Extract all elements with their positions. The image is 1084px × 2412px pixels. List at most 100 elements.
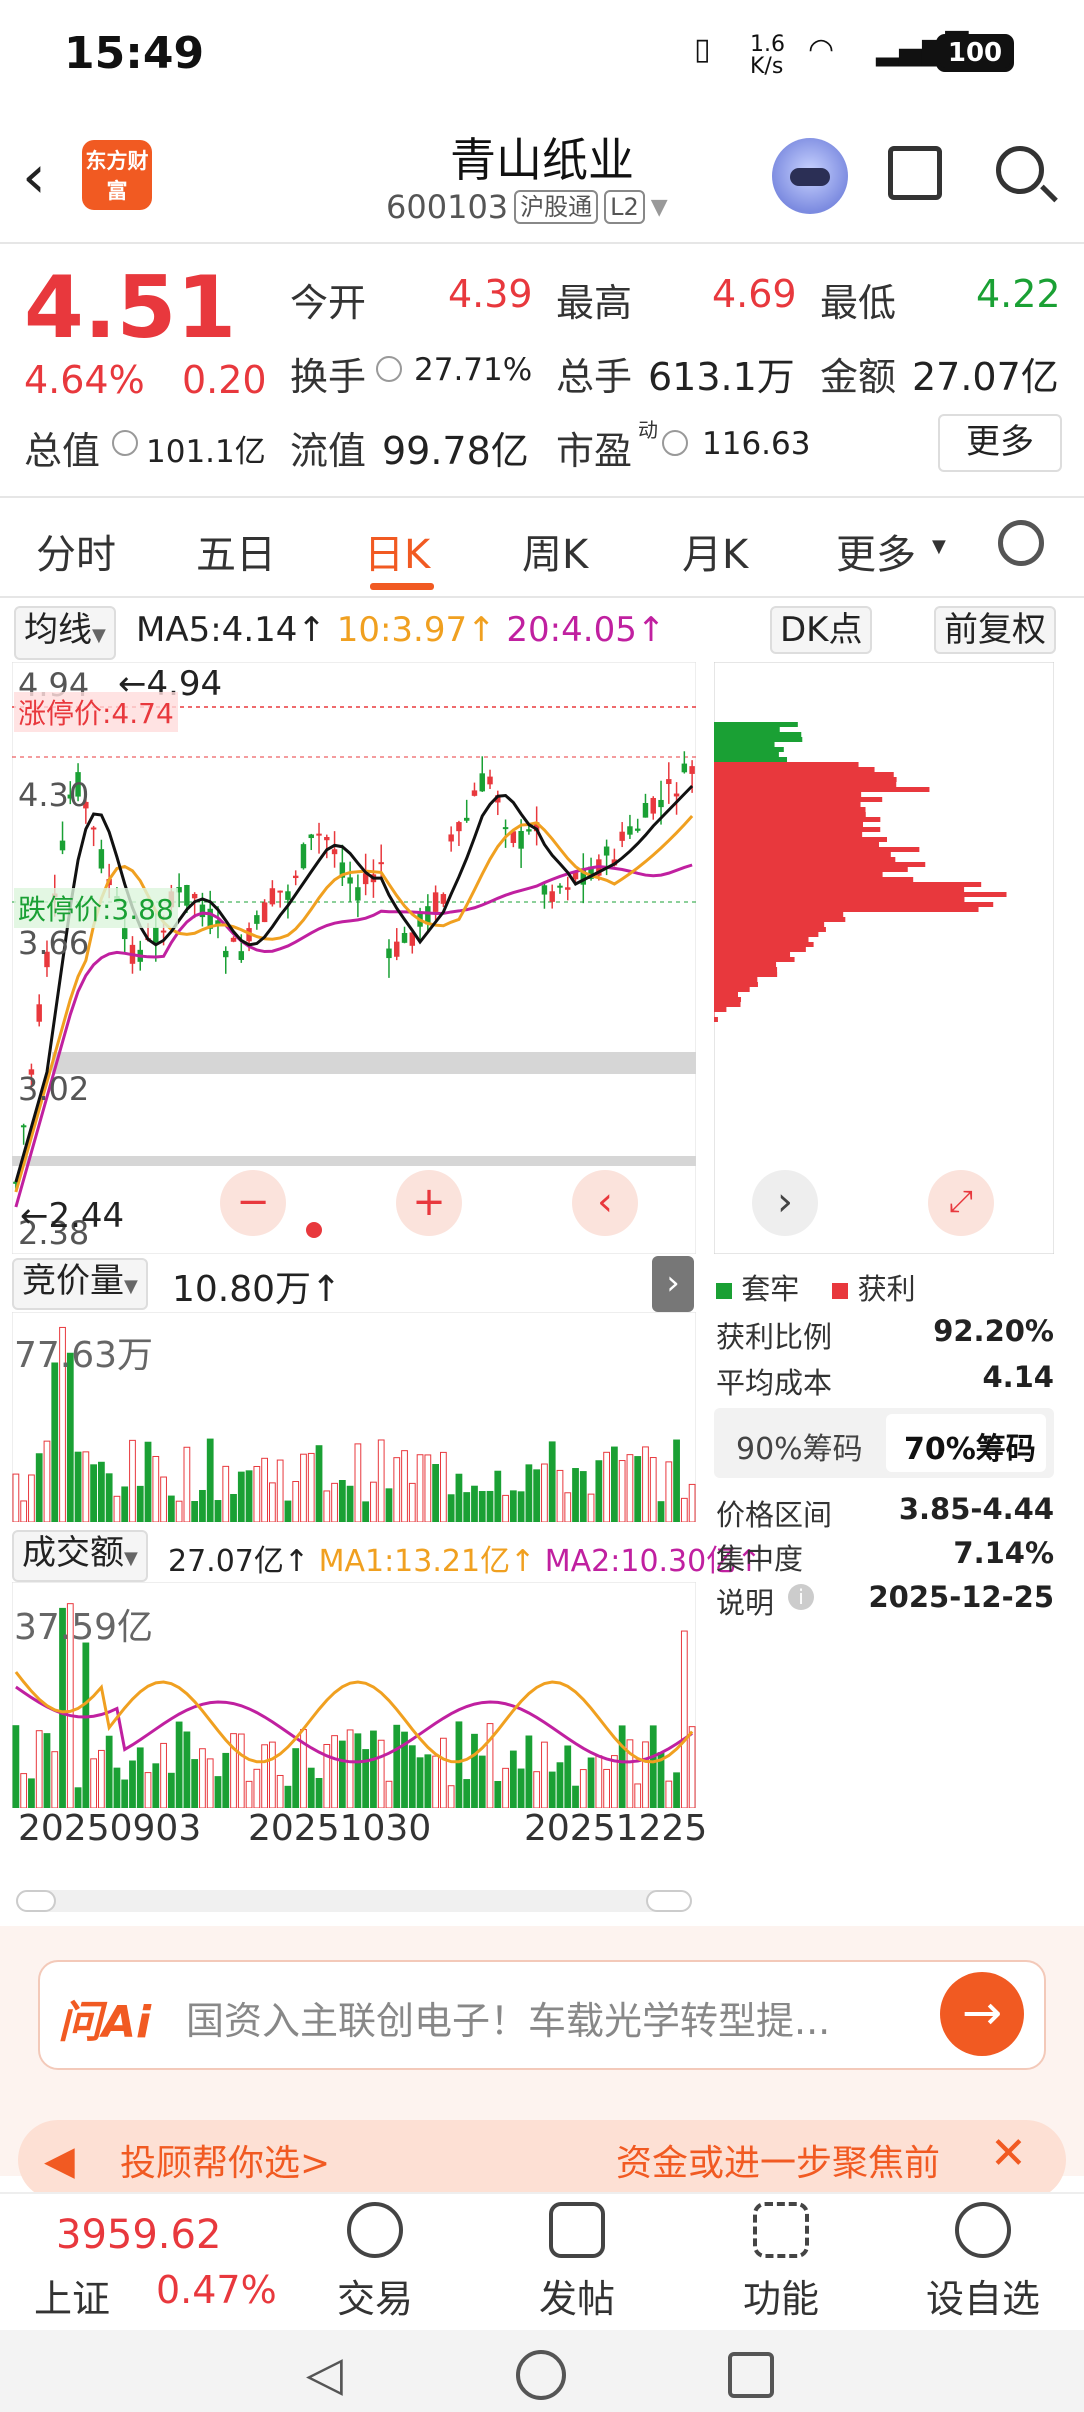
candle-body [285,891,291,900]
volume-bar [331,1482,338,1522]
volume-bar [74,1451,82,1522]
candlestick-chart[interactable] [12,662,696,1254]
promo-right-text[interactable]: 资金或进一步聚焦前 [616,2134,940,2186]
info-icon[interactable] [376,356,402,382]
nav-functions[interactable]: 功能 [716,2198,846,2323]
volume-bar [20,1773,28,1808]
index-percent[interactable]: 0.47% [156,2268,277,2312]
volume-bar [43,1440,51,1522]
volume-bar [66,1352,74,1522]
info-icon[interactable] [662,430,688,456]
volume-bar [525,1464,533,1522]
tab-chip-70[interactable]: 70%筹码 [904,1424,1036,1468]
tab-chip-90[interactable]: 90%筹码 [736,1424,863,1468]
zoom-in-button[interactable]: + [396,1170,462,1236]
system-nav-bar: ◁ [0,2330,1084,2412]
volume-bar [509,1750,517,1808]
adjust-select[interactable]: 前复权 [934,606,1056,654]
mktcap-value: 101.1亿 [146,434,266,470]
volume-bar [471,1733,478,1808]
chevron-right-icon[interactable]: › [752,1170,818,1236]
close-icon[interactable]: ✕ [990,2128,1027,2179]
volume-bar [673,1772,680,1808]
share-icon[interactable] [888,146,942,200]
volume-bar [401,1450,408,1522]
volume-bar [680,1630,688,1808]
nav-add-watchlist[interactable]: 设自选 [918,2198,1048,2323]
volume-select-label: 竞价量 [22,1261,124,1301]
volume-bar [447,1785,455,1808]
page-dot [306,1222,322,1238]
volume-bar [424,1454,432,1522]
tab-monthly-k[interactable]: 月K [682,522,748,580]
candle-body [448,834,454,842]
nav-home-icon[interactable] [516,2350,566,2400]
chart-scrollbar[interactable] [16,1890,692,1912]
chip-bar [714,762,859,767]
search-icon[interactable] [996,146,1044,194]
chevron-right-icon[interactable]: › [652,1256,694,1312]
candle-body [394,941,400,957]
ai-robot-icon[interactable] [772,138,848,214]
volume-bar [338,1480,346,1522]
volume-bar [12,1725,20,1808]
candle-body [502,827,509,830]
zoom-out-button[interactable]: − [220,1170,286,1236]
expand-icon[interactable]: ⤢ [928,1170,994,1236]
stock-subline[interactable]: 600103 沪股通 L2 ▼ [386,188,668,226]
adjust-label: 前复权 [944,610,1046,650]
info-icon[interactable] [112,430,138,456]
volume-bar [548,1771,556,1808]
volume-bar [572,1468,579,1522]
ma-select[interactable]: 均线▼ [14,606,116,660]
edit-icon [549,2202,605,2258]
chip-bar [714,737,803,742]
nav-post[interactable]: 发帖 [512,2198,642,2323]
tab-weekly-k[interactable]: 周K [522,522,588,580]
volume-bar [408,1745,416,1808]
index-name[interactable]: 上证 [34,2268,110,2323]
info-icon[interactable]: i [788,1584,814,1610]
volume-bar [362,1501,370,1522]
more-quote-button[interactable]: 更多 [938,414,1062,472]
candle-body [184,885,190,906]
candle-body [650,797,656,814]
candle-body [518,830,524,849]
index-value[interactable]: 3959.62 [56,2212,221,2258]
scroll-handle-left[interactable] [16,1890,56,1912]
candle-body [261,902,268,923]
candle-body [689,766,695,774]
volume-bar [35,1453,43,1522]
chip-bar [714,977,758,982]
tab-five-day[interactable]: 五日 [196,522,276,580]
volume-bar [175,1721,183,1808]
tab-intraday[interactable]: 分时 [36,522,116,580]
volume-bar [463,1779,471,1808]
amount-max: 37.59亿 [14,1607,154,1648]
nav-back-icon[interactable]: ◁ [306,2350,343,2398]
promo-left-text[interactable]: 投顾帮你选> [120,2134,330,2186]
volume-bar [167,1772,175,1808]
avg-cost-value: 4.14 [982,1360,1054,1394]
nav-trade[interactable]: 交易 [310,2198,440,2323]
amount-select[interactable]: 成交额▼ [12,1530,148,1582]
chevron-down-icon: ▼ [92,625,106,646]
volume-bar [377,1739,385,1808]
scroll-left-button[interactable]: ‹ [572,1170,638,1236]
ask-ai-prompt[interactable]: 国资入主联创电子！车载光学转型提... [186,1990,906,2045]
ma20-value: 20:4.05↑ [506,610,666,650]
tab-more[interactable]: 更多 [836,522,916,580]
volume-bar [269,1482,276,1522]
arrow-right-icon[interactable]: → [940,1972,1024,2056]
tab-daily-k[interactable]: 日K [364,522,430,580]
min-marker: ←2.44 [20,1196,125,1236]
volume-bar [416,1757,424,1808]
volume-bar [105,1473,113,1522]
volume-select[interactable]: 竞价量▼ [12,1258,148,1310]
gear-icon[interactable] [998,520,1044,566]
volume-bar [673,1439,680,1522]
nav-recents-icon[interactable] [728,2352,774,2398]
chip-bar [714,812,866,817]
dk-point-select[interactable]: DK点 [770,606,873,654]
scroll-handle-right[interactable] [646,1890,692,1912]
